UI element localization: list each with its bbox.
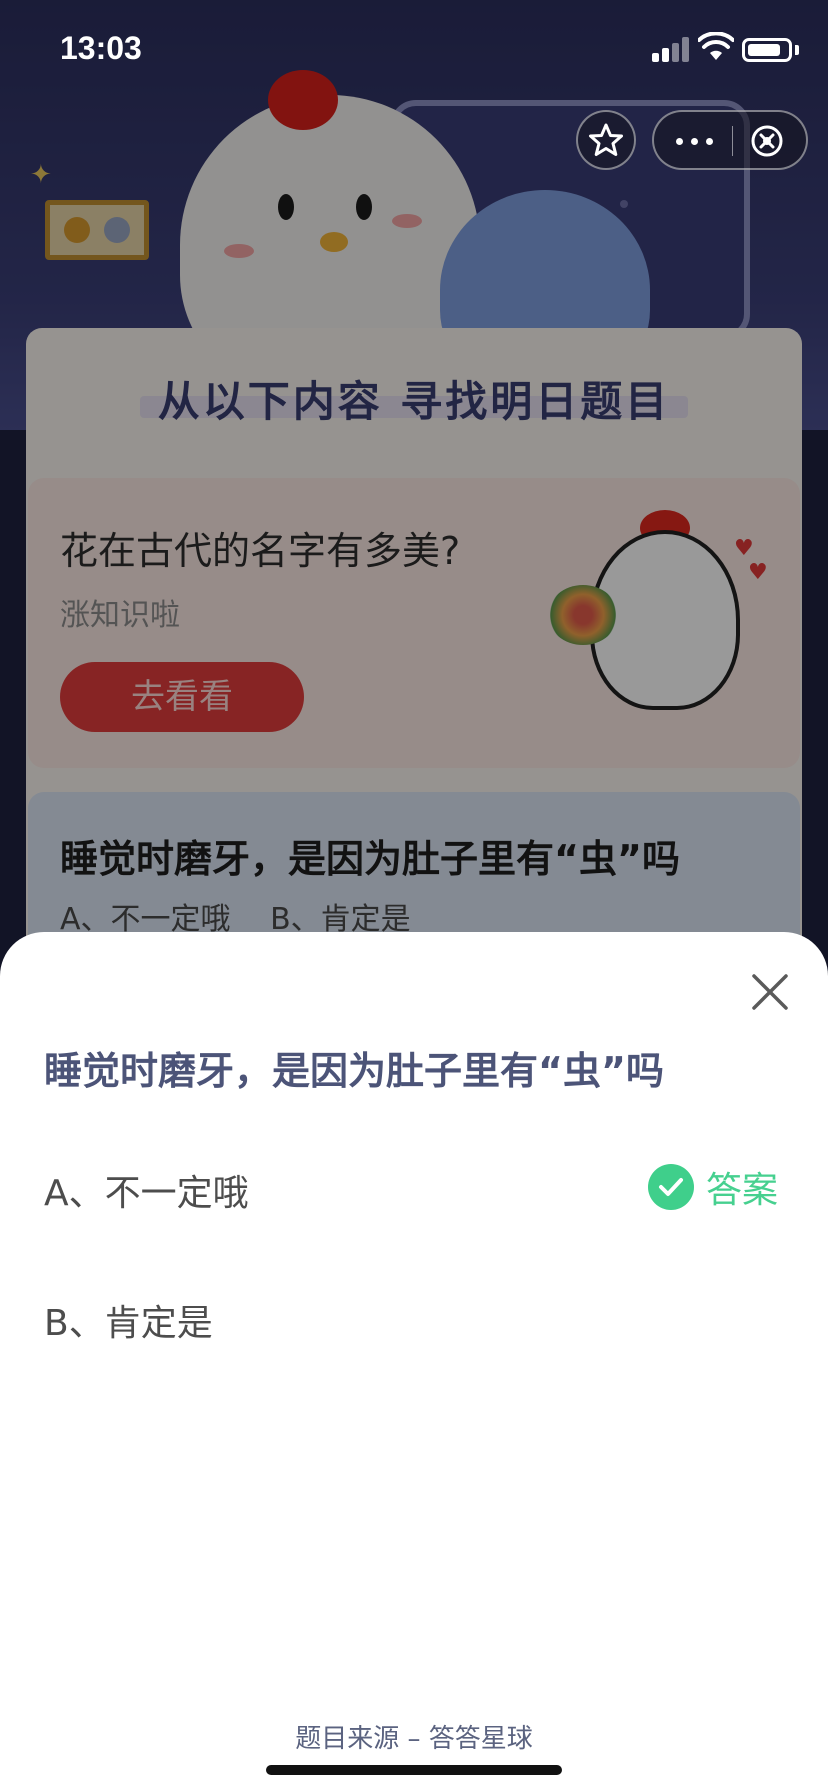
wifi-icon <box>698 32 734 60</box>
battery-icon <box>742 38 792 62</box>
source-credit: 题目来源 – 答答星球 <box>295 1724 533 1754</box>
answer-badge: 答案 <box>648 1164 779 1211</box>
close-circle-icon[interactable] <box>750 124 784 158</box>
more-dots-icon[interactable] <box>676 138 716 146</box>
battery-level <box>748 44 780 56</box>
battery-cap <box>795 45 799 55</box>
capsule-divider <box>732 126 733 156</box>
close-icon[interactable] <box>748 970 792 1014</box>
star-icon <box>589 123 623 156</box>
sheet-question: 睡觉时磨牙，是因为肚子里有“虫”吗 <box>44 1049 664 1093</box>
check-icon <box>648 1164 694 1210</box>
status-time: 13:03 <box>60 30 142 66</box>
option-b[interactable]: B、肯定是 <box>44 1294 213 1346</box>
favorite-button[interactable] <box>576 110 636 170</box>
cellular-signal-icon <box>652 36 690 62</box>
mini-program-capsule <box>652 110 808 170</box>
answer-label: 答案 <box>706 1170 779 1211</box>
home-indicator[interactable] <box>266 1765 562 1775</box>
option-a[interactable]: A、不一定哦 <box>44 1164 249 1216</box>
